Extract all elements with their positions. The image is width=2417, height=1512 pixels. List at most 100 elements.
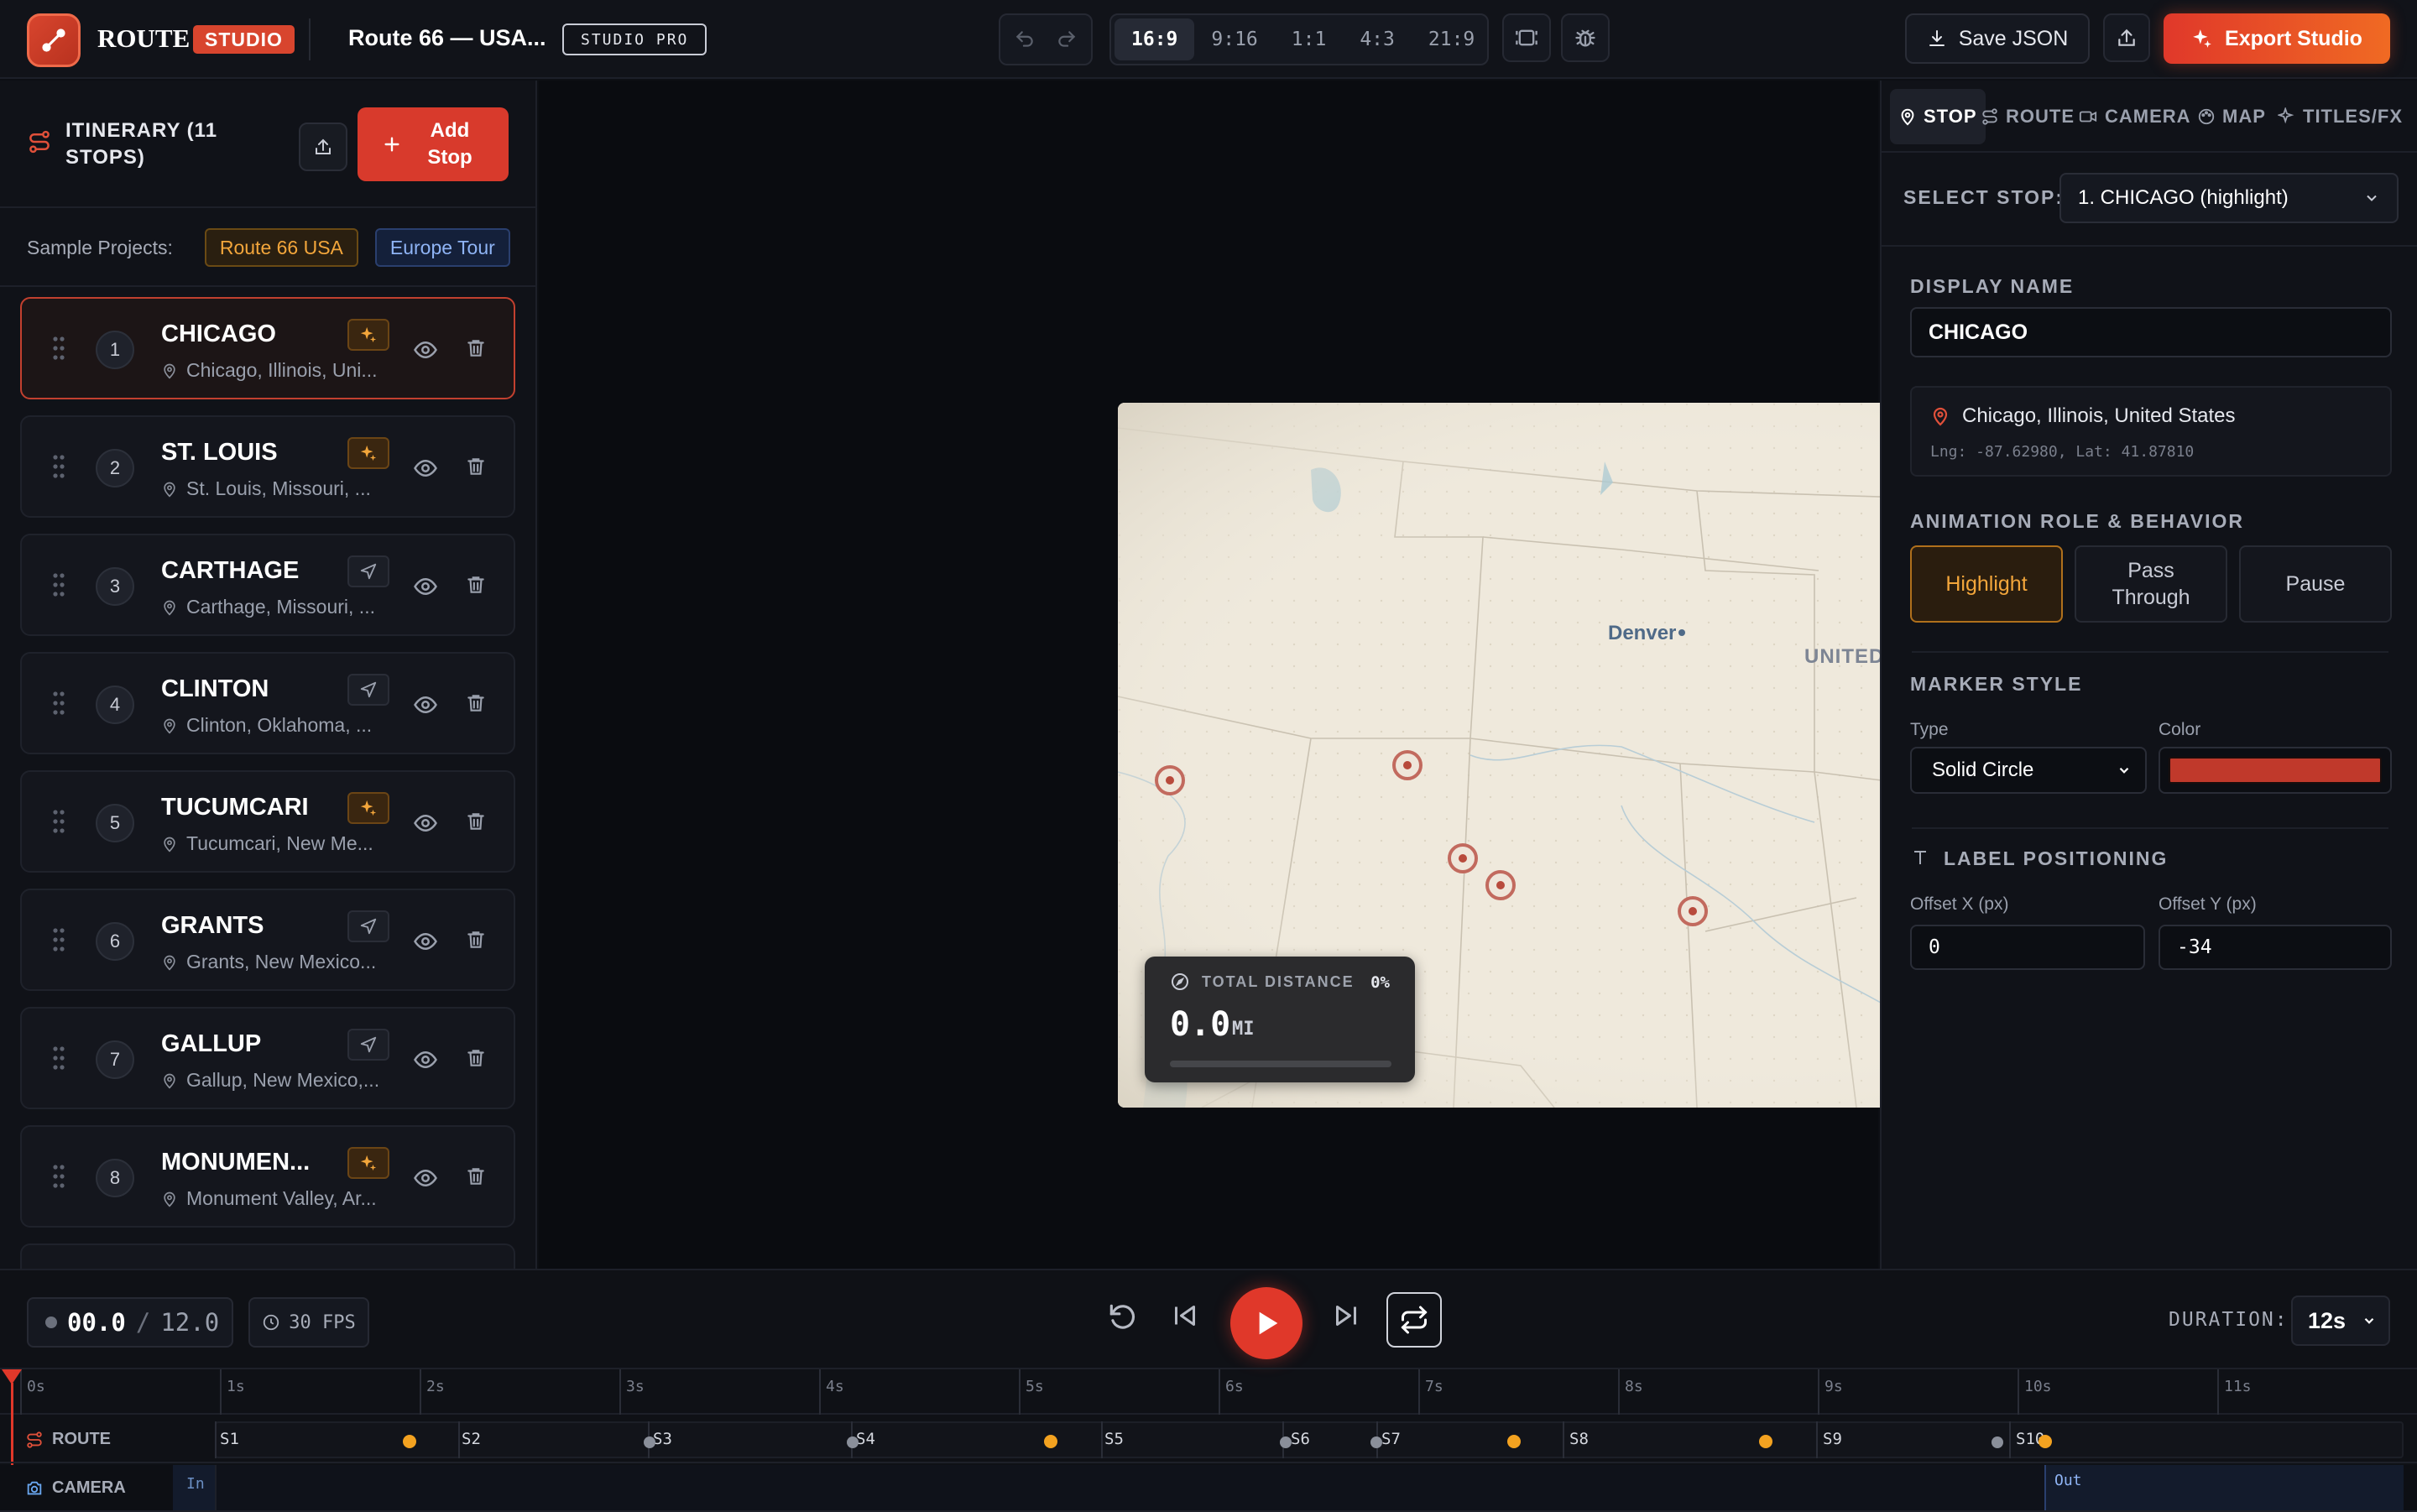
- project-title[interactable]: Route 66 — USA...: [348, 25, 546, 51]
- delete-stop-button[interactable]: [465, 927, 487, 952]
- ratio-1-1[interactable]: 1:1: [1275, 18, 1344, 60]
- marker-color-picker[interactable]: [2159, 747, 2392, 794]
- stop-item[interactable]: 3 CARTHAGE Carthage, Missouri, ...: [20, 534, 515, 636]
- delete-stop-button[interactable]: [465, 1045, 487, 1071]
- stop-item[interactable]: 1 CHICAGO Chicago, Illinois, Uni...: [20, 297, 515, 399]
- ratio-4-3[interactable]: 4:3: [1343, 18, 1412, 60]
- tab-camera[interactable]: CAMERA: [2078, 89, 2191, 144]
- stop-item[interactable]: 4 CLINTON Clinton, Oklahoma, ...: [20, 652, 515, 754]
- drag-handle-icon[interactable]: [52, 336, 65, 361]
- route-segment-label[interactable]: S6: [1291, 1430, 1310, 1448]
- stop-item[interactable]: 7 GALLUP Gallup, New Mexico,...: [20, 1007, 515, 1109]
- marker-type-select[interactable]: Solid Circle: [1910, 747, 2147, 794]
- undo-icon[interactable]: [1014, 29, 1036, 50]
- step-forward-button[interactable]: [1331, 1301, 1361, 1331]
- highlight-keyframe[interactable]: [1507, 1435, 1521, 1448]
- duration-select[interactable]: 12s: [2291, 1296, 2390, 1346]
- highlight-badge[interactable]: [347, 319, 389, 351]
- debug-button[interactable]: [1561, 13, 1610, 62]
- ratio-9-16[interactable]: 9:16: [1194, 18, 1274, 60]
- visibility-toggle[interactable]: [413, 337, 438, 362]
- visibility-toggle[interactable]: [413, 1047, 438, 1072]
- role-pause-button[interactable]: Pause: [2239, 545, 2392, 623]
- camera-track[interactable]: CAMERA In Out: [0, 1465, 2417, 1512]
- export-studio-button[interactable]: Export Studio: [2164, 13, 2390, 64]
- delete-stop-button[interactable]: [465, 691, 487, 716]
- visibility-toggle[interactable]: [413, 929, 438, 954]
- select-stop-dropdown[interactable]: 1. CHICAGO (highlight): [2059, 173, 2399, 223]
- route-track[interactable]: ROUTE S1 S2 S3 S4 S5 S6 S7 S8 S9 S10: [0, 1416, 2417, 1463]
- sample-europe-tour[interactable]: Europe Tour: [374, 228, 510, 267]
- drag-handle-icon[interactable]: [52, 1164, 65, 1189]
- loop-button[interactable]: [1386, 1292, 1442, 1348]
- redo-icon[interactable]: [1056, 29, 1078, 50]
- route-segment-label[interactable]: S1: [220, 1430, 239, 1448]
- role-pass-through-button[interactable]: Pass Through: [2075, 545, 2227, 623]
- restart-button[interactable]: [1106, 1301, 1138, 1332]
- share-button[interactable]: [2103, 13, 2150, 62]
- visibility-toggle[interactable]: [413, 574, 438, 599]
- drag-handle-icon[interactable]: [52, 809, 65, 834]
- stop-keyframe[interactable]: [847, 1436, 859, 1448]
- route-segment-label[interactable]: S7: [1381, 1430, 1401, 1448]
- pass-through-badge[interactable]: [347, 910, 389, 942]
- highlight-keyframe[interactable]: [1759, 1435, 1772, 1448]
- highlight-keyframe[interactable]: [2039, 1435, 2052, 1448]
- delete-stop-button[interactable]: [465, 454, 487, 479]
- tab-route[interactable]: ROUTE: [1981, 89, 2075, 144]
- highlight-badge[interactable]: [347, 792, 389, 824]
- tab-titles-fx[interactable]: TITLES/FX: [2278, 89, 2403, 144]
- play-button[interactable]: [1230, 1287, 1302, 1359]
- delete-stop-button[interactable]: [465, 336, 487, 361]
- stop-keyframe[interactable]: [1370, 1436, 1382, 1448]
- save-json-button[interactable]: Save JSON: [1905, 13, 2090, 64]
- route-logo-icon[interactable]: [27, 13, 81, 67]
- drag-handle-icon[interactable]: [52, 927, 65, 952]
- highlight-keyframe[interactable]: [1044, 1435, 1057, 1448]
- display-name-input[interactable]: CHICAGO: [1910, 307, 2392, 357]
- role-highlight-button[interactable]: Highlight: [1910, 545, 2063, 623]
- stop-keyframe[interactable]: [1992, 1436, 2003, 1448]
- stop-item[interactable]: 6 GRANTS Grants, New Mexico...: [20, 889, 515, 991]
- delete-stop-button[interactable]: [465, 572, 487, 597]
- route-segment-label[interactable]: S9: [1823, 1430, 1842, 1448]
- route-segment-label[interactable]: S2: [462, 1430, 481, 1448]
- camera-out-block[interactable]: [2044, 1465, 2404, 1510]
- stop-item[interactable]: 5 TUCUMCARI Tucumcari, New Me...: [20, 770, 515, 873]
- highlight-keyframe[interactable]: [403, 1435, 416, 1448]
- offset-y-input[interactable]: -34: [2159, 925, 2392, 970]
- fps-display[interactable]: 30 FPS: [248, 1297, 369, 1348]
- route-segment-label[interactable]: S3: [653, 1430, 672, 1448]
- stop-keyframe[interactable]: [644, 1436, 655, 1448]
- route-segment-label[interactable]: S5: [1104, 1430, 1124, 1448]
- visibility-toggle[interactable]: [413, 692, 438, 717]
- delete-stop-button[interactable]: [465, 1164, 487, 1189]
- pass-through-badge[interactable]: [347, 674, 389, 706]
- visibility-toggle[interactable]: [413, 1165, 438, 1191]
- stop-item[interactable]: 2 ST. LOUIS St. Louis, Missouri, ...: [20, 415, 515, 518]
- highlight-badge[interactable]: [347, 1147, 389, 1179]
- tab-stop[interactable]: STOP: [1890, 89, 1986, 144]
- route-segment-label[interactable]: S8: [1569, 1430, 1589, 1448]
- ratio-16-9[interactable]: 16:9: [1115, 18, 1195, 60]
- drag-handle-icon[interactable]: [52, 572, 65, 597]
- drag-handle-icon[interactable]: [52, 691, 65, 716]
- import-button[interactable]: [299, 123, 347, 171]
- pass-through-badge[interactable]: [347, 555, 389, 587]
- pass-through-badge[interactable]: [347, 1029, 389, 1061]
- route-segment-label[interactable]: S4: [856, 1430, 875, 1448]
- step-back-button[interactable]: [1170, 1301, 1200, 1331]
- sample-route66[interactable]: Route 66 USA: [204, 228, 358, 267]
- add-stop-button[interactable]: Add Stop: [358, 107, 509, 181]
- ratio-21-9[interactable]: 21:9: [1412, 18, 1491, 60]
- offset-x-input[interactable]: 0: [1910, 925, 2145, 970]
- stop-keyframe[interactable]: [1280, 1436, 1292, 1448]
- visibility-toggle[interactable]: [413, 811, 438, 836]
- stop-item[interactable]: [20, 1243, 515, 1269]
- tab-map[interactable]: MAP: [2197, 89, 2266, 144]
- visibility-toggle[interactable]: [413, 456, 438, 481]
- time-ruler[interactable]: 0s 1s 2s 3s 4s 5s 6s 7s 8s 9s 10s 11s: [0, 1368, 2417, 1415]
- fit-frame-button[interactable]: [1502, 13, 1551, 62]
- stop-item[interactable]: 8 MONUMEN... Monument Valley, Ar...: [20, 1125, 515, 1228]
- delete-stop-button[interactable]: [465, 809, 487, 834]
